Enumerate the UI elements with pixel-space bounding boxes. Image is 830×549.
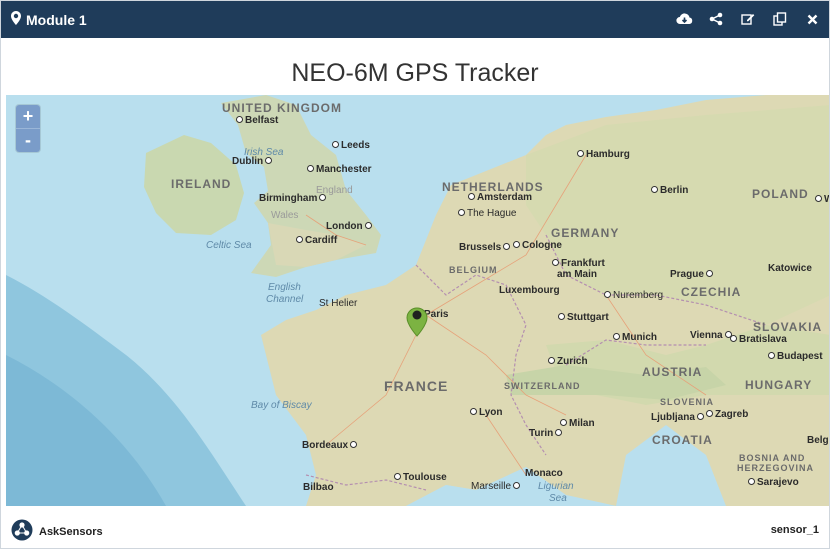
gps-location-marker[interactable] (406, 307, 428, 337)
city-nuremberg: Nuremberg (602, 290, 663, 301)
label-austria: AUSTRIA (642, 365, 703, 379)
asksensors-logo-icon (11, 519, 33, 544)
city-st-helier: St Helier (319, 298, 358, 309)
city-brussels: Brussels (459, 242, 512, 253)
module-footer: AskSensors sensor_1 (1, 509, 829, 548)
label-bosnia-2: HERZEGOVINA (737, 463, 815, 473)
city-stuttgart: Stuttgart (556, 312, 609, 323)
city-cardiff: Cardiff (294, 235, 337, 246)
copy-icon[interactable] (771, 10, 789, 28)
sensor-name: sensor_1 (770, 524, 819, 536)
city-london: London (326, 221, 374, 232)
city-turin: Turin (529, 428, 564, 439)
share-icon[interactable] (707, 10, 725, 28)
city-leeds: Leeds (330, 140, 370, 151)
label-germany: GERMANY (551, 226, 620, 240)
label-english-channel-2: Channel (266, 294, 304, 305)
label-switzerland: SWITZERLAND (504, 381, 581, 391)
map-title: NEO-6M GPS Tracker (291, 59, 539, 87)
city-katowice: Katowice (768, 263, 812, 274)
label-slovakia: SLOVAKIA (753, 320, 823, 334)
label-uk: UNITED KINGDOM (222, 101, 342, 115)
brand: AskSensors (11, 519, 103, 544)
city-warsaw: W (813, 194, 829, 205)
city-ljubljana: Ljubljana (651, 412, 706, 423)
city-amsterdam: Amsterdam (466, 192, 532, 203)
city-bordeaux: Bordeaux (302, 440, 359, 451)
city-monaco: Monaco (525, 468, 563, 479)
label-celtic-sea: Celtic Sea (206, 240, 252, 251)
city-marseille: Marseille (471, 481, 522, 492)
label-english-channel-1: English (268, 282, 301, 293)
city-budapest: Budapest (766, 351, 823, 362)
city-berlin: Berlin (649, 185, 688, 196)
city-manchester: Manchester (305, 164, 372, 175)
city-cologne: Cologne (511, 240, 562, 251)
city-luxembourg: Luxembourg (499, 285, 560, 296)
label-ligurian-1: Ligurian (538, 481, 574, 492)
city-bratislava: Bratislava (728, 334, 787, 345)
label-ligurian-2: Sea (549, 493, 567, 504)
map-view[interactable]: + - UNITED KINGDOM IRELAND NETHERLANDS B… (6, 95, 829, 506)
edit-icon[interactable] (739, 10, 757, 28)
label-ireland: IRELAND (171, 177, 232, 191)
city-frankfurt: Frankfurt am Main (550, 258, 605, 280)
label-france: FRANCE (384, 378, 449, 394)
label-hungary: HUNGARY (745, 378, 813, 392)
label-poland: POLAND (752, 187, 809, 201)
label-croatia: CROATIA (652, 433, 713, 447)
zoom-out-button[interactable]: - (16, 128, 40, 152)
city-sarajevo: Sarajevo (746, 477, 799, 488)
module-header: Module 1 (1, 1, 829, 38)
zoom-control: + - (16, 105, 40, 152)
brand-name: AskSensors (39, 525, 103, 538)
module-card: Module 1 NEO-6M GPS Tracker + - UNITED K… (0, 0, 830, 549)
module-title-text: Module 1 (26, 11, 87, 28)
city-belgrade: Belg (807, 435, 829, 446)
label-bay-of-biscay: Bay of Biscay (251, 400, 312, 411)
city-belfast: Belfast (234, 115, 278, 126)
close-icon[interactable] (803, 10, 821, 28)
city-toulouse: Toulouse (392, 472, 447, 483)
city-hamburg: Hamburg (575, 149, 630, 160)
city-the-hague: The Hague (456, 208, 516, 219)
city-zagreb: Zagreb (704, 409, 748, 420)
city-munich: Munich (611, 332, 657, 343)
module-title: Module 1 (11, 11, 87, 28)
label-czechia: CZECHIA (681, 285, 742, 299)
zoom-in-button[interactable]: + (16, 105, 40, 128)
city-lyon: Lyon (468, 407, 503, 418)
city-bilbao: Bilbao (303, 482, 334, 493)
city-zurich: Zurich (546, 356, 588, 367)
cloud-download-icon[interactable] (675, 10, 693, 28)
city-prague: Prague (670, 269, 715, 280)
city-dublin: Dublin (232, 156, 274, 167)
city-birmingham: Birmingham (259, 193, 328, 204)
map-marker-icon (11, 11, 21, 28)
label-slovenia: SLOVENIA (660, 397, 715, 407)
label-belgium: BELGIUM (449, 265, 498, 275)
label-wales: Wales (271, 210, 299, 221)
header-actions (675, 10, 821, 28)
